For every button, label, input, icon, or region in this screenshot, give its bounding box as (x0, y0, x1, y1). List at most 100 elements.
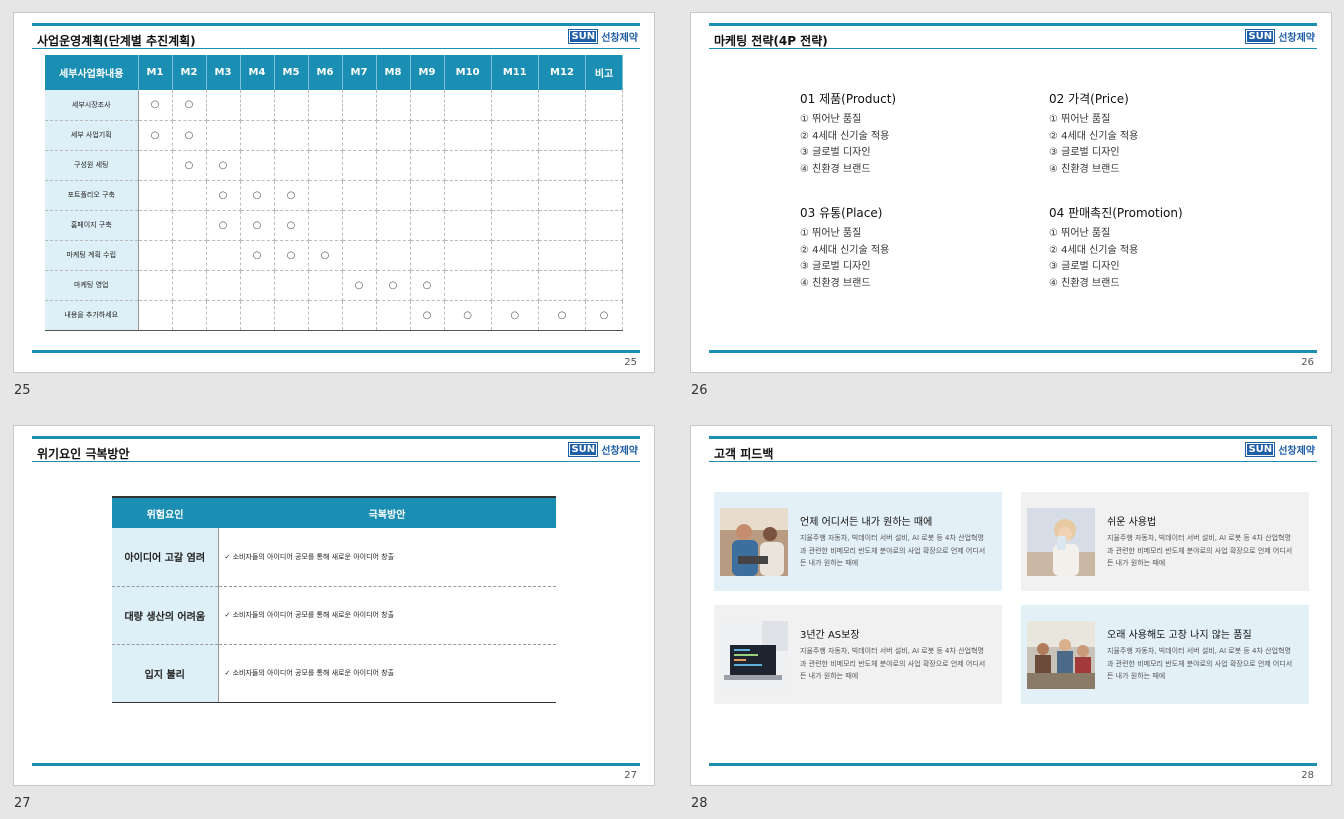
schedule-cell (206, 300, 241, 331)
schedule-cell: ○ (274, 240, 309, 271)
schedule-cell (138, 270, 173, 301)
title-underline (32, 461, 640, 462)
table-row: 마케팅 영업 ○ ○ ○ (45, 270, 623, 301)
schedule-cell: ○ (444, 300, 492, 331)
schedule-cell: ○ (376, 270, 411, 301)
schedule-cell (240, 90, 275, 121)
schedule-cell (444, 270, 492, 301)
row-label: 구성원 세팅 (45, 150, 139, 181)
schedule-cell: ○ (410, 270, 445, 301)
top-rule (709, 436, 1317, 439)
schedule-cell (444, 180, 492, 211)
page-number: 28 (1301, 770, 1314, 781)
row-label: 마케팅 영업 (45, 270, 139, 301)
schedule-cell (308, 90, 343, 121)
logo-name: 선창제약 (601, 33, 638, 44)
schedule-cell (410, 120, 445, 151)
schedule-cell (274, 300, 309, 331)
table-row: 포트폴리오 구축 ○ ○ ○ (45, 180, 623, 211)
card-text: 지율주행 자동차, 빅데이터 서버 설비, AI 로봇 등 4차 산업혁명과 관… (1107, 647, 1293, 681)
block-heading: 02 가격(Price) (1049, 92, 1129, 106)
row-label: 마케팅 계획 수립 (45, 240, 139, 271)
schedule-cell: ○ (491, 300, 539, 331)
table-row: 홈페이지 구축 ○ ○ ○ (45, 210, 623, 241)
feedback-card: 언제 어디서든 내가 원하는 때에 지율주행 자동차, 빅데이터 서버 설비, A… (714, 492, 1002, 591)
row-label: 세부 사업기획 (45, 120, 139, 151)
top-rule (32, 436, 640, 439)
schedule-cell: ○ (172, 150, 207, 181)
schedule-cell (342, 120, 377, 151)
schedule-cell: ○ (240, 210, 275, 241)
schedule-cell (274, 90, 309, 121)
schedule-cell (206, 240, 241, 271)
company-logo: SUN 선창제약 (1245, 29, 1315, 44)
schedule-cell (538, 270, 587, 301)
photo-office-team (1027, 620, 1095, 689)
top-rule (709, 23, 1317, 26)
page-number: 25 (624, 357, 637, 368)
table-row: 마케팅 계획 수립 ○ ○ ○ (45, 240, 623, 271)
schedule-cell (376, 180, 411, 211)
plan-cell: ✓ 소비자들의 아이디어 공모를 통해 새로운 아이디어 창출 (218, 644, 556, 703)
strategy-block-product: 01 제품(Product) ① 뛰어난 품질 ② 4세대 신기술 적용 ③ 글로벌 … (800, 90, 1020, 178)
header-risk: 위험요인 (112, 496, 218, 528)
table-row: 세부시장조사 ○ ○ (45, 90, 623, 121)
logo-mark: SUN (568, 442, 599, 457)
schedule-cell (444, 120, 492, 151)
list-item: ② 4세대 신기술 적용 (800, 130, 890, 142)
plan-cell: ✓ 소비자들의 아이디어 공모를 통해 새로운 아이디어 창출 (218, 528, 556, 587)
title-underline (709, 48, 1317, 49)
schedule-cell: ○ (410, 300, 445, 331)
schedule-cell (308, 180, 343, 211)
card-text: 지율주행 자동차, 빅데이터 서버 설비, AI 로봇 등 4차 산업혁명과 관… (800, 534, 986, 568)
schedule-cell (585, 270, 623, 301)
page-number: 26 (1301, 357, 1314, 368)
feedback-card: 3년간 AS보장지율주행 자동차, 빅데이터 서버 설비, AI 로봇 등 4차… (714, 605, 1002, 704)
company-logo: SUN 선창제약 (568, 442, 638, 457)
logo-mark: SUN (1245, 442, 1276, 457)
row-label: 세부시장조사 (45, 90, 139, 121)
schedule-cell (308, 300, 343, 331)
header-month: M4 (240, 55, 275, 90)
card-heading: 3년간 AS보장 (800, 630, 860, 642)
risk-cell: 아이디어 고갈 염려 (112, 528, 219, 587)
schedule-cell (308, 270, 343, 301)
slide-number-label: 26 (691, 383, 708, 398)
plan-cell: ✓ 소비자들의 아이디어 공모를 통해 새로운 아이디어 창출 (218, 586, 556, 645)
slide-25-thumbnail[interactable]: 사업운영계획(단계별 추진계획) SUN 선창제약 세부사업화내용 M1 M2 M3 M4… (13, 12, 655, 373)
slide-26-thumbnail[interactable]: 마케팅 전략(4P 전략) SUN 선창제약 01 제품(Product) ① 뛰어… (690, 12, 1332, 373)
schedule-cell (376, 90, 411, 121)
schedule-cell: ○ (240, 180, 275, 211)
schedule-cell: ○ (172, 120, 207, 151)
list-item: ④ 친환경 브랜드 (800, 277, 871, 289)
schedule-cell (538, 120, 587, 151)
list-item: ③ 글로벌 디자인 (800, 147, 871, 158)
schedule-cell (376, 240, 411, 271)
slide-28-thumbnail[interactable]: 고객 피드백 SUN 선창제약 언제 어디서든 내가 원하는 때에 지율주행 자동차… (690, 425, 1332, 786)
list-item: ④ 친환경 브랜드 (800, 163, 871, 175)
bottom-rule (709, 350, 1317, 353)
schedule-cell (491, 120, 539, 151)
company-logo: SUN 선창제약 (1245, 442, 1315, 457)
schedule-cell: ○ (138, 90, 173, 121)
schedule-cell (138, 240, 173, 271)
list-item: ③ 글로벌 디자인 (1049, 261, 1120, 272)
schedule-cell: ○ (308, 240, 343, 271)
list-item: ① 뛰어난 품질 (1049, 228, 1111, 239)
schedule-cell: ○ (274, 210, 309, 241)
list-item: ④ 친환경 브랜드 (1049, 277, 1120, 289)
title-underline (709, 461, 1317, 462)
schedule-table: 세부사업화내용 M1 M2 M3 M4 M5 M6 M7 M8 M9 M10 M11 M12 비고 세부시장… (45, 55, 623, 331)
slide-27-thumbnail[interactable]: 위기요인 극복방안 SUN 선창제약 위험요인 극복방안 아이디어 고갈 염려 ✓ 소… (13, 425, 655, 786)
schedule-cell (410, 180, 445, 211)
header-month: M3 (206, 55, 241, 90)
card-text: 지율주행 자동차, 빅데이터 서버 설비, AI 로봇 등 4차 산업혁명과 관… (800, 647, 986, 681)
header-month: M6 (308, 55, 343, 90)
schedule-cell: ○ (274, 180, 309, 211)
list-item: ② 4세대 신기술 적용 (1049, 244, 1139, 256)
card-heading: 쉬운 사용법 (1107, 517, 1157, 529)
schedule-cell (206, 270, 241, 301)
row-label: 포트폴리오 구축 (45, 180, 139, 211)
feedback-card: 쉬운 사용법 지율주행 자동차, 빅데이터 서버 설비, AI 로봇 등 4차 산… (1021, 492, 1309, 591)
table-row: 대량 생산의 어려움 ✓ 소비자들의 아이디어 공모를 통해 새로운 아이디어 창… (112, 586, 556, 645)
